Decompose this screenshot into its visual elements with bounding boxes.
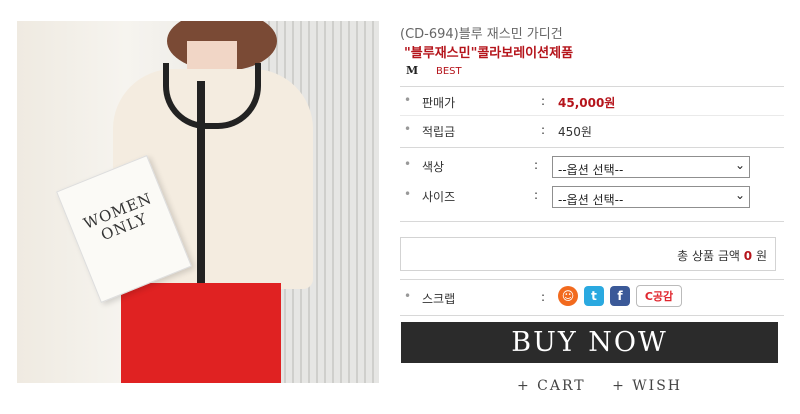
divider — [400, 221, 784, 222]
price-label: 판매가 — [422, 96, 456, 110]
total-price-box: 총 상품 금액 0 원 — [400, 237, 776, 271]
add-to-wish-link[interactable]: + WISH — [612, 378, 682, 394]
color-option-row: • 색상 : --옵션 선택-- ⌄ — [400, 155, 784, 179]
colon: : — [534, 158, 539, 172]
divider — [400, 147, 784, 148]
secondary-actions: + CART + WISH — [517, 378, 702, 394]
me2day-icon[interactable]: ☺ — [558, 286, 578, 306]
product-image: WOMEN ONLY — [17, 21, 379, 383]
chevron-down-icon: ⌄ — [734, 158, 745, 172]
size-select[interactable]: --옵션 선택-- ⌄ — [552, 186, 750, 208]
red-skirt — [121, 283, 281, 383]
colon: : — [541, 123, 546, 137]
product-code-title: (CD-694)블루 재스민 가디건 — [400, 27, 563, 42]
twitter-icon[interactable]: t — [584, 286, 604, 306]
size-option-row: • 사이즈 : --옵션 선택-- ⌄ — [400, 185, 784, 209]
points-row: • 적립금 : 450원 — [400, 120, 784, 144]
bullet-icon: • — [404, 289, 412, 303]
book-title: WOMEN ONLY — [80, 189, 155, 245]
price-row: • 판매가 : 45,000원 — [400, 91, 784, 115]
brand-logo-icon: M — [406, 64, 418, 77]
total-prefix: 총 상품 금액 — [677, 249, 740, 263]
divider — [400, 279, 784, 280]
total-amount: 0 — [743, 249, 753, 263]
chevron-down-icon: ⌄ — [734, 188, 745, 202]
points-value: 450원 — [558, 125, 592, 139]
divider — [400, 86, 784, 87]
colon: : — [534, 188, 539, 202]
color-select[interactable]: --옵션 선택-- ⌄ — [552, 156, 750, 178]
divider — [400, 115, 784, 116]
bullet-icon: • — [404, 157, 412, 171]
product-collab-title: "블루재스민"콜라보레이션제품 — [404, 46, 574, 61]
colon: : — [541, 94, 546, 108]
color-label: 색상 — [422, 160, 445, 174]
add-to-cart-link[interactable]: + CART — [517, 378, 586, 394]
total-suffix: 원 — [755, 249, 767, 263]
buy-now-button[interactable]: BUY NOW — [401, 322, 778, 363]
size-select-value: --옵션 선택-- — [558, 193, 624, 207]
facebook-icon[interactable]: f — [610, 286, 630, 306]
bullet-icon: • — [404, 93, 412, 107]
scrap-icons: ☺ t f C공감 — [558, 285, 682, 307]
badge-row: M BEST — [406, 63, 462, 79]
scrap-label: 스크랩 — [422, 292, 456, 306]
points-label: 적립금 — [422, 125, 456, 139]
divider — [400, 315, 784, 316]
product-info-panel: (CD-694)블루 재스민 가디건 "블루재스민"콜라보레이션제품 M BES… — [400, 0, 784, 414]
cardigan-trim — [197, 81, 205, 291]
bullet-icon: • — [404, 122, 412, 136]
colon: : — [541, 290, 546, 304]
scrap-row: • 스크랩 : ☺ t f C공감 — [400, 285, 784, 311]
color-select-value: --옵션 선택-- — [558, 163, 624, 177]
cgonggam-icon[interactable]: C공감 — [636, 285, 682, 307]
best-badge: BEST — [436, 65, 462, 77]
price-value: 45,000원 — [558, 96, 616, 110]
bullet-icon: • — [404, 187, 412, 201]
size-label: 사이즈 — [422, 190, 456, 204]
total-price-text: 총 상품 금액 0 원 — [677, 247, 767, 264]
